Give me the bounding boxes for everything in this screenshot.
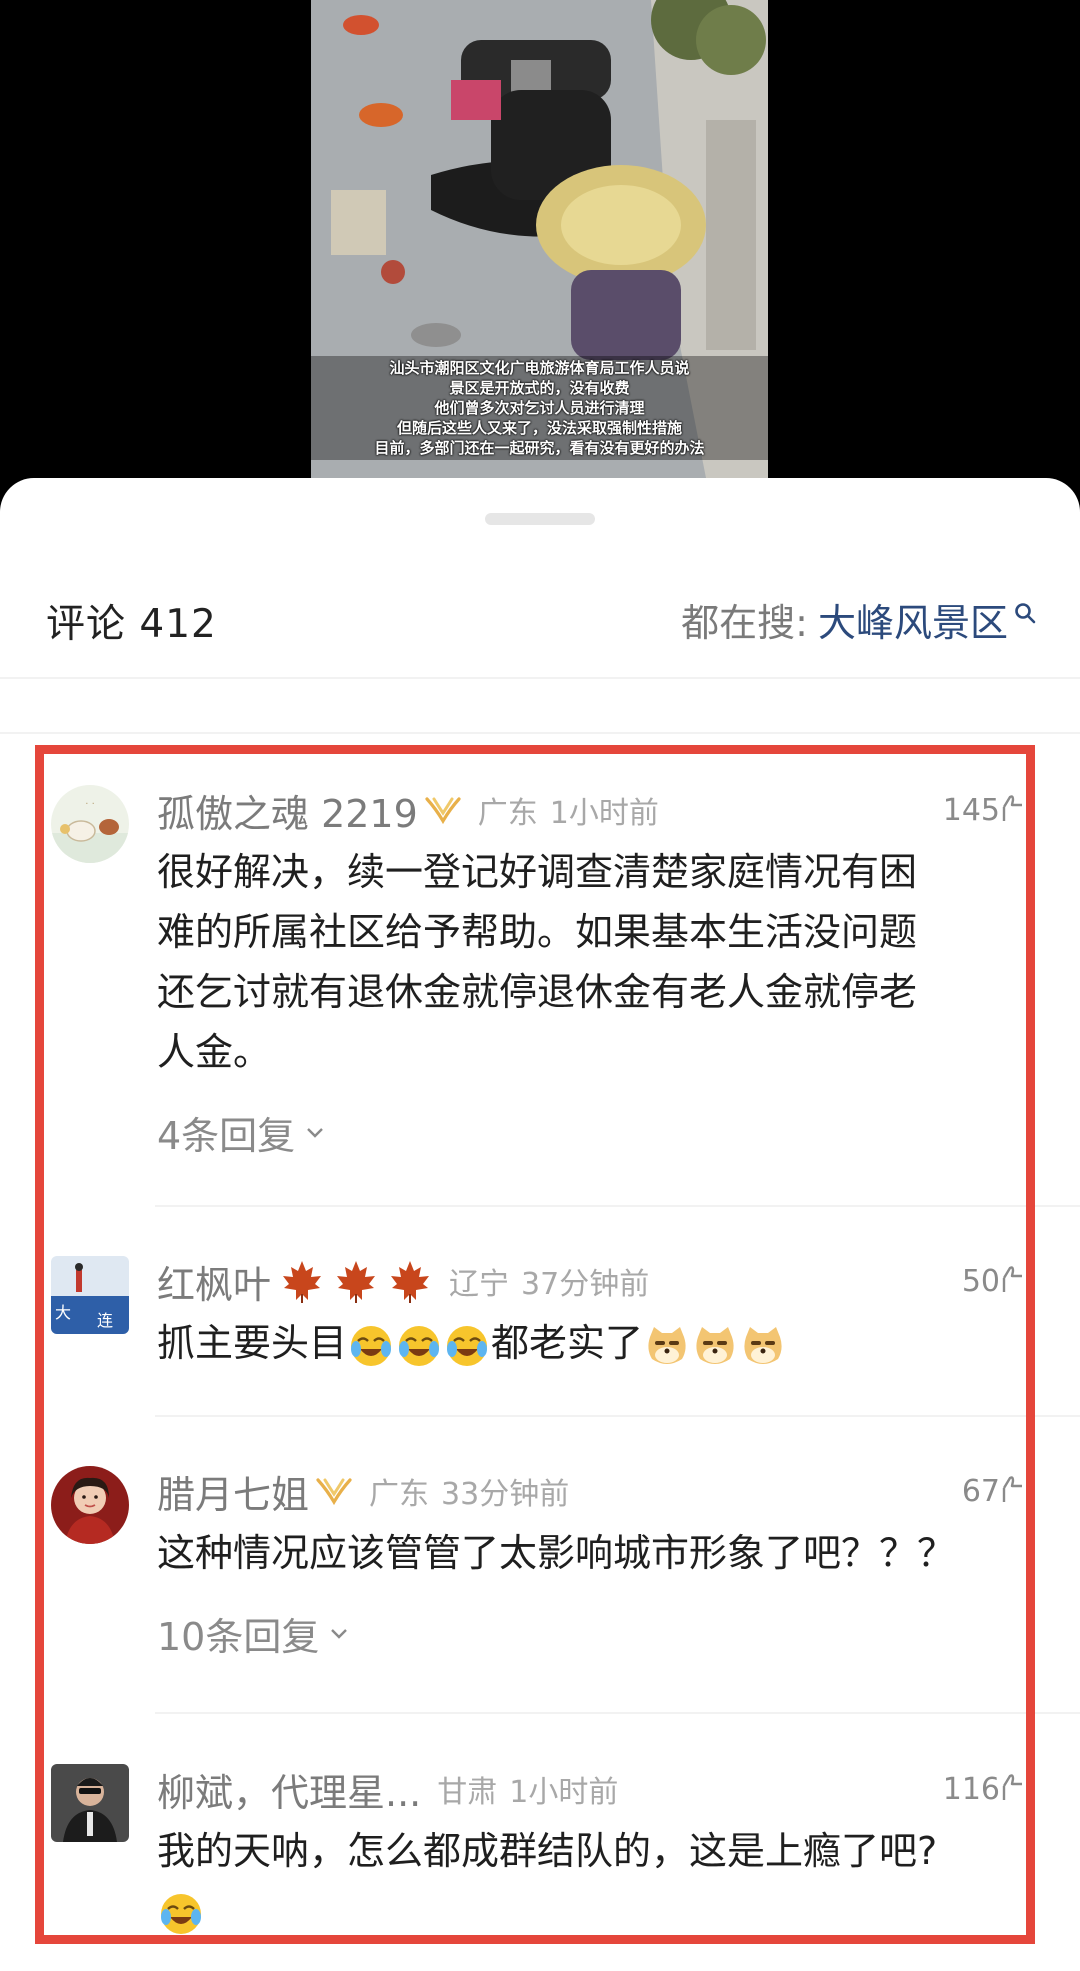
comment-divider [155, 1712, 1080, 1714]
view-replies-button[interactable]: 10条回复 [157, 1606, 349, 1661]
crying-laugh-emoji [399, 1325, 440, 1366]
comment-time: 1小时前 [509, 1775, 619, 1810]
vip-badge-icon [425, 797, 461, 825]
crying-laugh-emoji [447, 1325, 488, 1366]
comment-count-title: 评论 412 [46, 602, 217, 647]
svg-text:大: 大 [55, 1303, 71, 1322]
like-count: 116 [942, 1771, 1000, 1807]
chevron-down-icon [307, 1127, 324, 1138]
comment-text-line [157, 1881, 1017, 1941]
caption-line: 汕头市潮阳区文化广电旅游体育局工作人员说 [389, 359, 690, 377]
comment-text-line: 还乞讨就有退休金就停退休金有老人金就停老 [157, 970, 918, 1014]
crying-laugh-emoji [351, 1325, 392, 1366]
comment-meta: 腊月七姐 广东 33分钟前 [157, 1464, 570, 1519]
comment-text-line: 难的所属社区给予帮助。如果基本生活没问题 [157, 910, 918, 954]
svg-text:连: 连 [97, 1311, 113, 1330]
comment-divider [155, 1205, 1080, 1207]
trending-search-keyword[interactable]: 大峰风景区 [818, 592, 1008, 647]
maple-leaf-icon [391, 1261, 430, 1303]
username[interactable]: 孤傲之魂 2219 [157, 783, 418, 838]
header-divider [0, 677, 1080, 679]
like-count: 50 [961, 1263, 1000, 1299]
comment-text: 抓主要头目 都老实了 [157, 1313, 1017, 1373]
username[interactable]: 红枫叶 [157, 1254, 271, 1309]
like-icon[interactable] [1000, 793, 1022, 823]
comment-text-line: 很好解决，续一登记好调查清楚家庭情况有困 [157, 850, 918, 894]
comment-text: 这种情况应该管管了太影响城市形象了吧？？？ [157, 1523, 1017, 1583]
comment-time: 33分钟前 [441, 1477, 570, 1512]
username[interactable]: 腊月七姐 [157, 1464, 309, 1519]
avatar[interactable] [51, 1466, 129, 1544]
caption-line: 目前，多部门还在一起研究，看有没有更好的办法 [374, 439, 705, 457]
comment-text-part: 都老实了 [491, 1321, 644, 1365]
trending-search-label: 都在搜: [681, 601, 808, 645]
trending-search[interactable]: 都在搜: 大峰风景区 [681, 592, 1036, 647]
caption-line: 他们曾多次对乞讨人员进行清理 [434, 399, 645, 417]
reply-count: 10条回复 [157, 1615, 320, 1659]
maple-leaf-icon [337, 1261, 376, 1303]
search-icon [1015, 602, 1036, 623]
like-icon[interactable] [1000, 1264, 1022, 1294]
like-count: 67 [961, 1473, 1000, 1509]
comment-text-line: 我的天呐，怎么都成群结队的，这是上瘾了吧? [157, 1829, 938, 1873]
avatar[interactable]: 大 连 [51, 1256, 129, 1334]
comment-location: 辽宁 [449, 1267, 510, 1302]
comment-text: 很好解决，续一登记好调查清楚家庭情况有困 难的所属社区给予帮助。如果基本生活没问… [157, 842, 1017, 1082]
video-player[interactable]: 汕头市潮阳区文化广电旅游体育局工作人员说 景区是开放式的，没有收费 他们曾多次对… [311, 0, 768, 478]
username[interactable]: 柳斌，代理星... [157, 1762, 421, 1817]
comment-text-line: 人金。 [157, 1030, 272, 1074]
comment-meta: 孤傲之魂 2219 广东 1小时前 [157, 783, 659, 838]
section-divider [0, 732, 1080, 734]
comment-location: 广东 [369, 1477, 430, 1512]
maple-leaf-icon [283, 1261, 322, 1303]
like-count: 145 [942, 792, 1000, 828]
comment-divider [155, 1415, 1080, 1417]
comment-text-part: 抓主要头目 [157, 1321, 348, 1365]
comment-text-line: 这种情况应该管管了太影响城市形象了吧？？？ [157, 1531, 956, 1575]
avatar[interactable]: · · [51, 785, 129, 863]
chevron-down-icon [331, 1628, 348, 1639]
comment-time: 37分钟前 [521, 1267, 650, 1302]
like-icon[interactable] [1000, 1772, 1022, 1802]
doge-emoji [744, 1326, 782, 1364]
comment-meta: 红枫叶 辽宁 37分钟前 [157, 1254, 650, 1309]
comment-sheet: 评论 412 都在搜: 大峰风景区 [0, 478, 1080, 1971]
like-icon[interactable] [1000, 1474, 1022, 1504]
doge-emoji [648, 1326, 686, 1364]
comment-location: 甘肃 [437, 1775, 498, 1810]
view-replies-button[interactable]: 4条回复 [157, 1105, 325, 1160]
svg-text:· ·: · · [85, 799, 95, 810]
comment-time: 1小时前 [549, 796, 659, 831]
avatar[interactable] [51, 1764, 129, 1842]
reply-count: 4条回复 [157, 1114, 296, 1158]
caption-line: 但随后这些人又来了，没法采取强制性措施 [396, 419, 682, 437]
comment-meta: 柳斌，代理星... 甘肃 1小时前 [157, 1762, 619, 1817]
comment-text: 我的天呐，怎么都成群结队的，这是上瘾了吧? [157, 1821, 1017, 1941]
video-caption: 汕头市潮阳区文化广电旅游体育局工作人员说 景区是开放式的，没有收费 他们曾多次对… [311, 356, 768, 460]
doge-emoji [696, 1326, 734, 1364]
sheet-drag-handle[interactable] [485, 513, 595, 525]
comment-location: 广东 [477, 796, 538, 831]
crying-laugh-emoji [161, 1893, 201, 1934]
caption-line: 景区是开放式的，没有收费 [449, 379, 630, 397]
vip-badge-icon [316, 1478, 352, 1506]
